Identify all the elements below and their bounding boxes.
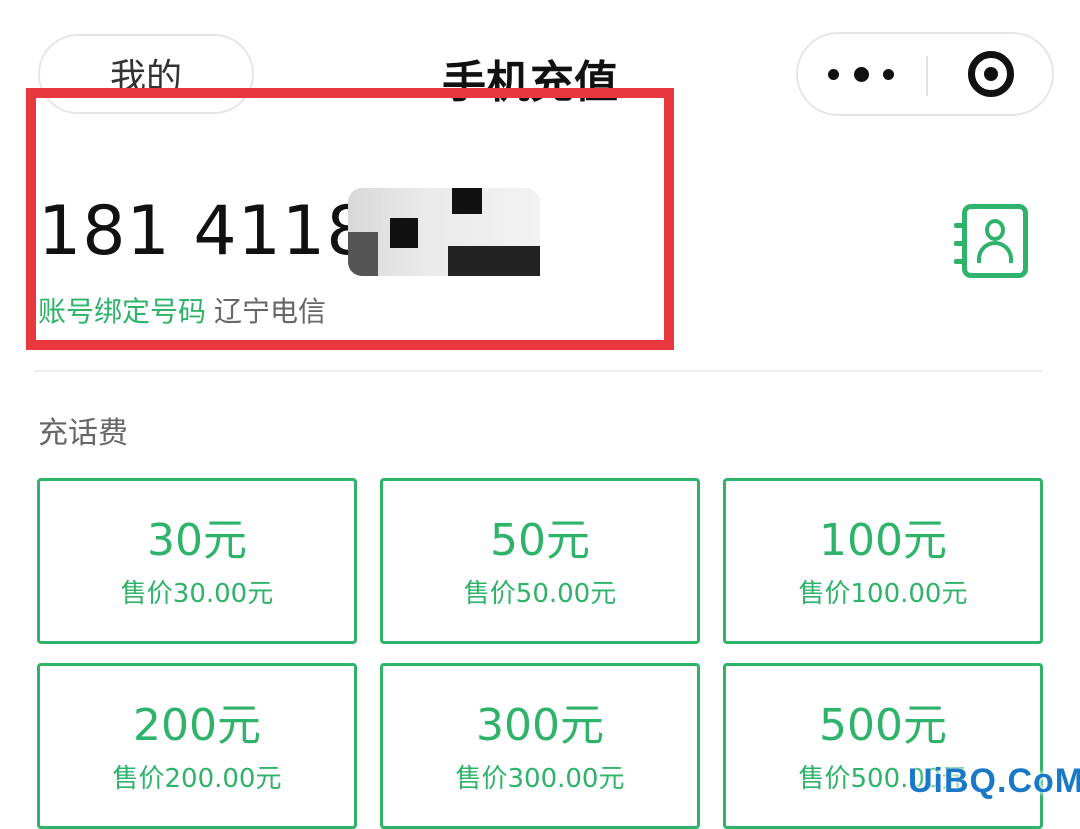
recharge-option-card[interactable]: 200元 售价200.00元 [37,663,357,829]
option-price: 售价50.00元 [463,579,617,609]
recharge-option-card[interactable]: 100元 售价100.00元 [723,478,1043,644]
recharge-option-card[interactable]: 30元 售价30.00元 [37,478,357,644]
watermark-text: UiBQ.CoM [908,762,1080,800]
option-amount: 100元 [819,515,947,566]
recharge-option-card[interactable]: 300元 售价300.00元 [380,663,700,829]
option-price: 售价30.00元 [120,579,274,609]
recharge-option-card[interactable]: 500元 售价500.00元 [723,663,1043,829]
option-price: 售价100.00元 [798,579,968,609]
option-amount: 50元 [490,515,590,566]
option-price: 售价200.00元 [112,764,282,794]
option-amount: 30元 [147,515,247,566]
option-price: 售价300.00元 [455,764,625,794]
option-amount: 500元 [819,700,947,751]
option-amount: 200元 [133,700,261,751]
option-amount: 300元 [476,700,604,751]
recharge-option-card[interactable]: 50元 售价50.00元 [380,478,700,644]
recharge-options-grid: 30元 售价30.00元 50元 售价50.00元 100元 售价100.00元… [0,0,1080,829]
